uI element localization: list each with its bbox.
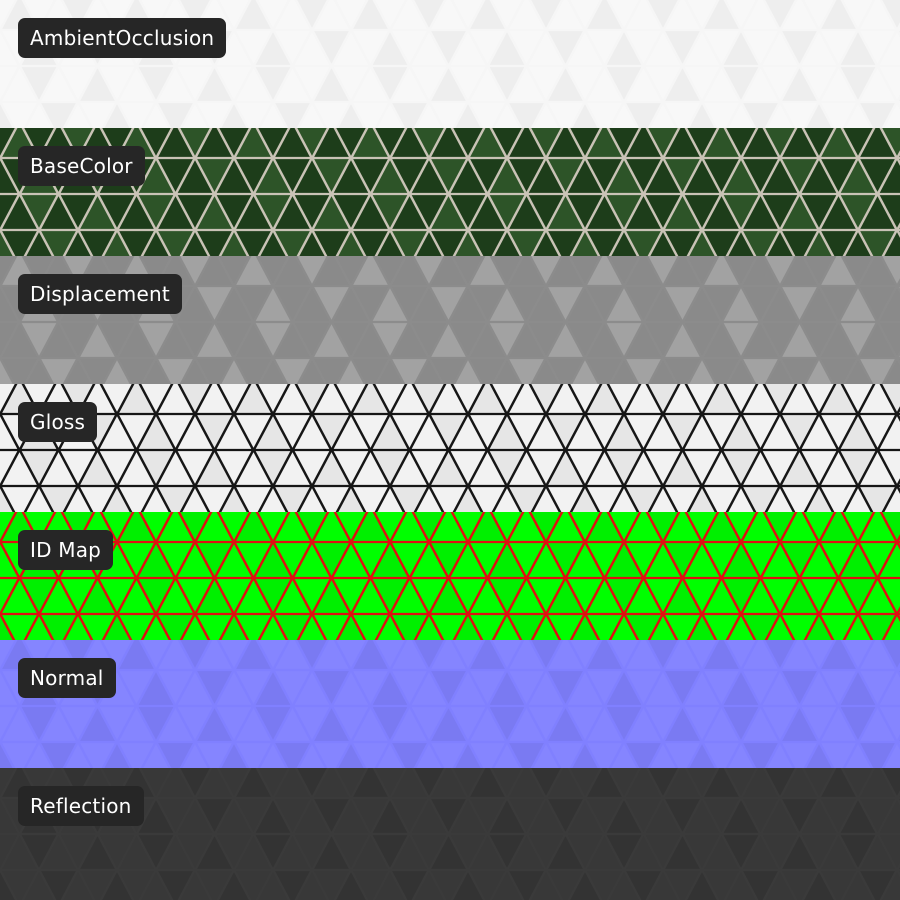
reflection-label: Reflection [18, 786, 144, 826]
displacement-label: Displacement [18, 274, 182, 314]
normal-map-band: Normal [0, 640, 900, 768]
ambient-occlusion-label: AmbientOcclusion [18, 18, 227, 58]
id-map-texture [0, 512, 900, 640]
id-map-band: ID Map [0, 512, 900, 640]
normal-label: Normal [18, 658, 116, 698]
base-color-map-band: BaseColor [0, 128, 900, 256]
base-color-label: BaseColor [18, 146, 145, 186]
ambient-occlusion-map-band: AmbientOcclusion [0, 0, 900, 128]
id-map-label: ID Map [18, 530, 114, 570]
normal-texture [0, 640, 900, 768]
texture-map-stack: AmbientOcclusion BaseColor Displacement … [0, 0, 900, 900]
gloss-label: Gloss [18, 402, 98, 442]
gloss-map-band: Gloss [0, 384, 900, 512]
reflection-map-band: Reflection [0, 768, 900, 900]
displacement-map-band: Displacement [0, 256, 900, 384]
gloss-texture [0, 384, 900, 512]
